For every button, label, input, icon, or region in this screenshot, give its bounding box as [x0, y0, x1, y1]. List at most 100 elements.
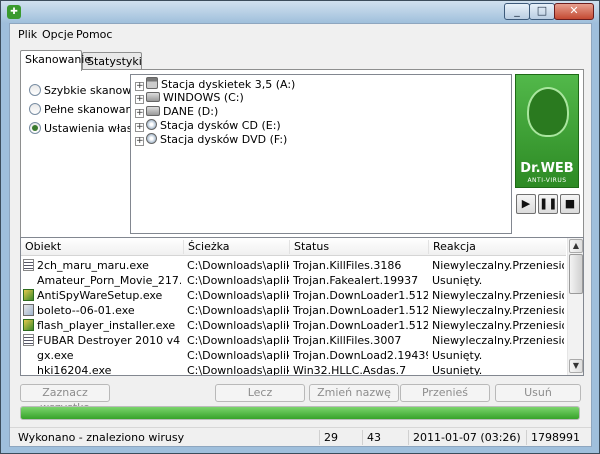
play-icon: ▶ — [521, 197, 531, 210]
tree-item-label: WINDOWS (C:) — [163, 91, 244, 104]
cell-text: flash_player_installer.exe — [37, 319, 176, 332]
floppy-icon — [146, 77, 158, 89]
logo-subtitle: ANTI-VIRUS — [527, 177, 567, 184]
table-row[interactable]: AntiSpyWareSetup.exe C:\Downloads\aplikac… — [21, 288, 566, 302]
cell-status: Trojan.DownLoader1.51214 — [293, 319, 428, 332]
pause-button[interactable]: ❚❚ — [538, 194, 558, 214]
cell-object: Amateur_Porn_Movie_217.mp... — [23, 274, 181, 287]
col-header-reaction[interactable]: Reakcja — [428, 240, 476, 254]
stop-button[interactable]: ■ — [560, 194, 580, 214]
rename-button[interactable]: Zmień nazwę — [309, 384, 399, 402]
radio-label: Pełne skanowanie — [44, 103, 143, 116]
cell-path: C:\Downloads\aplikacje — [187, 319, 289, 332]
cell-text: hki16204.exe — [37, 364, 112, 376]
expand-icon[interactable]: + — [135, 123, 144, 132]
tree-item-e[interactable]: + Stacja dysków CD (E:) — [135, 119, 281, 133]
spider-icon — [527, 87, 569, 137]
table-row[interactable]: 2ch_maru_maru.exe C:\Downloads\aplikacje T… — [21, 258, 566, 272]
cell-status: Trojan.Fakealert.19937 — [293, 274, 428, 287]
stop-icon: ■ — [564, 197, 576, 210]
select-all-button[interactable]: Zaznacz wszystko — [20, 384, 110, 414]
col-header-status[interactable]: Status — [289, 240, 329, 254]
cell-text: Niewyleczalny.Przeniesiony. — [432, 289, 564, 302]
cell-text: Trojan.Fakealert.19937 — [293, 274, 419, 287]
tree-item-floppy[interactable]: + Stacja dyskietek 3,5 (A:) — [135, 77, 295, 91]
table-header: Obiekt Ścieżka Status Reakcja — [21, 238, 566, 256]
cell-text: FUBAR Destroyer 2010 v4.EXE — [37, 334, 181, 347]
move-button[interactable]: Przenieś — [400, 384, 490, 402]
scroll-down-icon[interactable]: ▼ — [569, 359, 583, 373]
delete-button[interactable]: Usuń — [495, 384, 581, 402]
tree-item-d[interactable]: + DANE (D:) — [135, 105, 218, 119]
cell-text: Niewyleczalny.Przeniesiony. — [432, 319, 564, 332]
menu-pomoc[interactable]: Pomoc — [76, 28, 112, 41]
close-button[interactable]: ✕ — [554, 3, 594, 20]
cell-path: C:\Downloads\aplikacje — [187, 334, 289, 347]
menu-plik[interactable]: Plik — [18, 28, 37, 41]
results-table[interactable]: Obiekt Ścieżka Status Reakcja 2ch_maru_m… — [20, 237, 584, 376]
cell-path: C:\Downloads\aplikacje — [187, 289, 289, 302]
cell-object: FUBAR Destroyer 2010 v4.EXE — [23, 334, 181, 347]
scroll-up-icon[interactable]: ▲ — [569, 239, 583, 253]
cell-text: Niewyleczalny.Przeniesiony. — [432, 334, 564, 347]
expand-icon[interactable]: + — [135, 109, 144, 118]
cell-text: boleto--06-01.exe — [37, 304, 135, 317]
drive-tree[interactable]: + Stacja dyskietek 3,5 (A:) + WINDOWS (C:)… — [130, 74, 512, 234]
cell-text: C:\Downloads\aplikacje — [187, 304, 289, 317]
cell-status: Trojan.DownLoader1.51217 — [293, 289, 428, 302]
status-message: Wykonano - znaleziono wirusy — [18, 431, 185, 444]
col-header-object[interactable]: Obiekt — [21, 240, 61, 254]
menu-opcje[interactable]: Opcje — [42, 28, 74, 41]
cure-button[interactable]: Lecz — [215, 384, 305, 402]
logo-brand: Dr.WEB — [520, 161, 574, 176]
file-icon — [23, 274, 34, 286]
cell-object: 2ch_maru_maru.exe — [23, 259, 181, 272]
results-scrollbar[interactable]: ▲ ▼ — [567, 238, 583, 375]
title-bar[interactable]: ✚ _ □ ✕ — [1, 1, 599, 23]
file-icon — [23, 334, 34, 346]
tree-item-c[interactable]: + WINDOWS (C:) — [135, 91, 244, 105]
minimize-button[interactable]: _ — [504, 3, 530, 20]
cell-path: C:\Downloads\aplikacje — [187, 364, 289, 376]
radio-custom-scan[interactable]: Ustawienia własne — [29, 122, 146, 138]
cell-object: gx.exe — [23, 349, 181, 362]
start-button[interactable]: ▶ — [516, 194, 536, 214]
tab-skanowanie[interactable]: Skanowanie — [20, 50, 91, 71]
radio-button[interactable] — [29, 122, 41, 134]
cell-reaction: Usunięty. — [432, 364, 564, 375]
progress-fill — [21, 407, 579, 419]
table-row[interactable]: boleto--06-01.exe C:\Downloads\aplikacje T… — [21, 303, 566, 317]
table-row[interactable]: FUBAR Destroyer 2010 v4.EXE C:\Downloads\… — [21, 333, 566, 347]
table-row[interactable]: Amateur_Porn_Movie_217.mp... C:\Downloads… — [21, 273, 566, 287]
radio-button[interactable] — [29, 84, 41, 96]
hard-drive-icon — [146, 92, 160, 102]
scroll-thumb[interactable] — [569, 254, 583, 294]
tree-item-f[interactable]: + Stacja dysków DVD (F:) — [135, 133, 287, 147]
cell-status: Trojan.KillFiles.3186 — [293, 259, 428, 272]
cell-text: Usunięty. — [432, 274, 483, 287]
radio-full-scan[interactable]: Pełne skanowanie — [29, 103, 142, 119]
app-icon: ✚ — [7, 5, 21, 19]
cell-text: Niewyleczalny.Przeniesiony. — [432, 259, 564, 272]
radio-button[interactable] — [29, 103, 41, 115]
expand-icon[interactable]: + — [135, 137, 144, 146]
cell-path: C:\Downloads\aplikacje — [187, 259, 289, 272]
tree-item-label: DANE (D:) — [163, 105, 219, 118]
table-row[interactable]: flash_player_installer.exe C:\Downloads\a… — [21, 318, 566, 332]
tree-item-label: Stacja dysków CD (E:) — [160, 119, 281, 132]
file-icon — [23, 319, 34, 331]
status-bar: Wykonano - znaleziono wirusy 29 43 2011-… — [10, 427, 591, 446]
table-row[interactable]: gx.exe C:\Downloads\aplikacje Trojan.DownL… — [21, 348, 566, 362]
cell-path: C:\Downloads\aplikacje — [187, 274, 289, 287]
scan-progress-bar — [20, 406, 580, 420]
cell-text: Trojan.KillFiles.3186 — [293, 259, 402, 272]
cell-text: C:\Downloads\aplikacje — [187, 364, 289, 376]
col-header-path[interactable]: Ścieżka — [183, 240, 230, 254]
tab-statystyki[interactable]: Statystyki — [82, 52, 142, 70]
cell-text: Niewyleczalny.Przeniesiony. — [432, 304, 564, 317]
expand-icon[interactable]: + — [135, 95, 144, 104]
table-row[interactable]: hki16204.exe C:\Downloads\aplikacje Win32.… — [21, 363, 566, 376]
expand-icon[interactable]: + — [135, 82, 144, 91]
maximize-button[interactable]: □ — [529, 3, 555, 20]
file-icon — [23, 349, 34, 361]
